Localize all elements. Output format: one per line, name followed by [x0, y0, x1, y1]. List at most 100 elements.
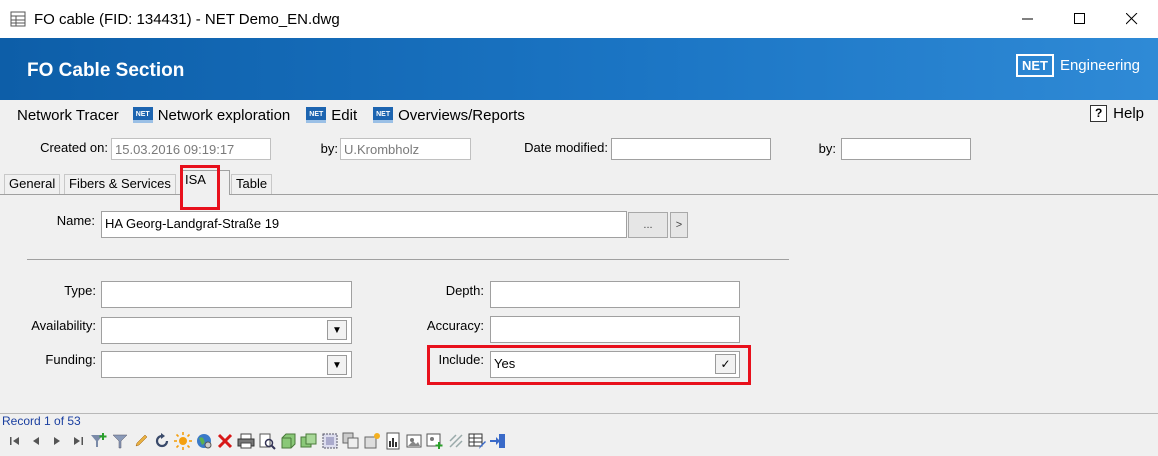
- filter-icon: [111, 434, 128, 449]
- include-field[interactable]: Yes: [490, 351, 740, 378]
- availability-label: Availability:: [31, 318, 96, 333]
- first-record-button[interactable]: [4, 431, 25, 451]
- select-button[interactable]: [319, 431, 340, 451]
- minimize-button[interactable]: [1002, 0, 1054, 38]
- add-filter-button[interactable]: [88, 431, 109, 451]
- tab-table[interactable]: Table: [231, 174, 273, 194]
- tab-general[interactable]: General: [4, 174, 61, 194]
- report-icon: [386, 432, 399, 450]
- net-icon: NET: [373, 107, 394, 123]
- accuracy-field[interactable]: [490, 316, 740, 343]
- last-record-icon: [73, 437, 83, 445]
- image-add-button[interactable]: [424, 431, 445, 451]
- include-toggle-button[interactable]: ✓: [715, 354, 736, 374]
- menu-network-tracer[interactable]: Network Tracer: [17, 107, 119, 124]
- maximize-icon: [1074, 13, 1085, 24]
- print-preview-icon: [259, 433, 276, 450]
- checkmark-icon: ✓: [720, 357, 731, 371]
- funding-label: Funding:: [45, 352, 96, 367]
- refresh-button[interactable]: [151, 431, 172, 451]
- depth-field[interactable]: [490, 281, 740, 308]
- new-button[interactable]: [361, 431, 382, 451]
- delete-icon: [217, 433, 232, 449]
- highlight-sun-icon: [173, 432, 192, 450]
- net-icon: NET: [132, 107, 153, 123]
- accuracy-label: Accuracy:: [426, 318, 484, 333]
- connect-button[interactable]: [445, 431, 466, 451]
- exit-button[interactable]: [487, 431, 508, 451]
- net-logo-icon: NET: [1015, 54, 1054, 77]
- tab-strip: General Fibers & Services ISA Table: [0, 170, 1158, 195]
- date-modified-label: Date modified:: [524, 140, 608, 155]
- objects-icon: [300, 433, 316, 448]
- prev-record-button[interactable]: [25, 431, 46, 451]
- first-record-icon: [9, 437, 19, 445]
- name-field[interactable]: HA Georg-Landgraf-Straße 19: [101, 211, 627, 238]
- globe-button[interactable]: [193, 431, 214, 451]
- window-title: FO cable (FID: 134431) - NET Demo_EN.dwg: [34, 10, 340, 28]
- connect-icon: [448, 434, 463, 448]
- next-record-button[interactable]: [46, 431, 67, 451]
- delete-button[interactable]: [214, 431, 235, 451]
- tab-fibers-services[interactable]: Fibers & Services: [64, 174, 176, 194]
- date-modified-field[interactable]: [611, 138, 771, 160]
- brand-text: Engineering: [1059, 57, 1140, 74]
- include-label: Include:: [438, 352, 484, 367]
- add-filter-icon: [90, 433, 106, 447]
- prev-record-icon: [32, 437, 39, 445]
- menu-overviews-reports[interactable]: NET Overviews/Reports: [373, 107, 525, 124]
- modified-by-label: by:: [818, 141, 836, 156]
- menu-network-exploration[interactable]: NET Network exploration: [132, 106, 291, 124]
- name-goto-button[interactable]: >: [670, 212, 688, 238]
- highlight-button[interactable]: [172, 431, 193, 451]
- object-button[interactable]: [277, 431, 298, 451]
- minimize-icon: [1022, 18, 1033, 20]
- image-icon: [406, 434, 421, 448]
- select-icon: [322, 433, 337, 449]
- funding-dropdown-button[interactable]: ▼: [327, 355, 347, 375]
- objects-button[interactable]: [298, 431, 319, 451]
- table-form-icon: [10, 11, 26, 27]
- record-counter: Record 1 of 53: [2, 414, 81, 428]
- refresh-icon: [155, 433, 168, 448]
- edit-button[interactable]: [130, 431, 151, 451]
- type-field[interactable]: [101, 281, 352, 308]
- modified-by-field[interactable]: [841, 138, 971, 160]
- help-label: Help: [1113, 105, 1144, 122]
- tab-isa[interactable]: ISA: [180, 170, 230, 195]
- depth-label: Depth:: [445, 283, 484, 298]
- close-button[interactable]: [1106, 0, 1158, 38]
- menu-bar: Network Tracer NET Network exploration N…: [0, 100, 1158, 130]
- last-record-button[interactable]: [67, 431, 88, 451]
- table-edit-button[interactable]: [466, 431, 487, 451]
- created-by-field[interactable]: U.Krombholz: [340, 138, 471, 160]
- image-add-icon: [426, 433, 442, 449]
- copy-button[interactable]: [340, 431, 361, 451]
- menu-network-exploration-label: Network exploration: [157, 106, 291, 124]
- form-title: FO Cable Section: [27, 60, 185, 81]
- window-titlebar: FO cable (FID: 134431) - NET Demo_EN.dwg: [0, 0, 1158, 38]
- print-preview-button[interactable]: [256, 431, 277, 451]
- availability-select[interactable]: [101, 317, 352, 344]
- edit-pencil-icon: [135, 434, 147, 447]
- chevron-down-icon: ▼: [332, 359, 342, 371]
- help-button[interactable]: ? Help: [1090, 105, 1144, 122]
- table-edit-icon: [468, 433, 486, 449]
- net-icon: NET: [306, 107, 327, 123]
- availability-dropdown-button[interactable]: ▼: [327, 320, 347, 340]
- object-icon: [281, 433, 295, 449]
- created-on-field[interactable]: 15.03.2016 09:19:17: [111, 138, 271, 160]
- created-by-label: by:: [320, 141, 338, 156]
- name-label: Name:: [56, 213, 95, 228]
- next-record-icon: [53, 437, 60, 445]
- report-button[interactable]: [382, 431, 403, 451]
- record-toolbar: [4, 430, 508, 452]
- menu-network-tracer-label: Network Tracer: [17, 106, 119, 124]
- menu-edit[interactable]: NET Edit: [306, 107, 357, 124]
- print-button[interactable]: [235, 431, 256, 451]
- funding-select[interactable]: [101, 351, 352, 378]
- image-button[interactable]: [403, 431, 424, 451]
- maximize-button[interactable]: [1054, 0, 1106, 38]
- name-lookup-button[interactable]: ...: [628, 212, 668, 238]
- filter-button[interactable]: [109, 431, 130, 451]
